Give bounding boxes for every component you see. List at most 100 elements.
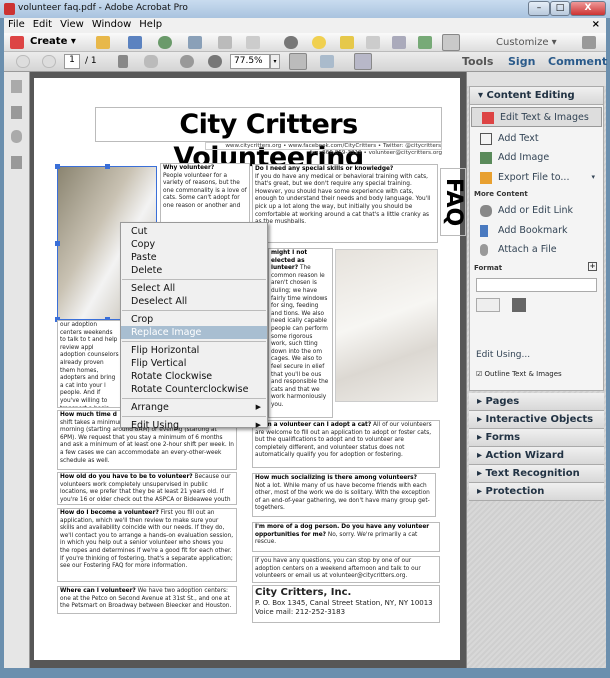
minimize-button[interactable]: – [528, 1, 550, 16]
section-forms[interactable]: ▸ Forms [469, 428, 604, 447]
edit-text-images-button[interactable]: Edit Text & Images [471, 107, 602, 127]
document-settings-icon[interactable] [366, 36, 380, 49]
label: Add Text [498, 132, 539, 144]
submenu-arrow-icon: ▶ [255, 421, 261, 429]
add-text-button[interactable]: Add Text [470, 129, 603, 149]
menu-item-flip-vertical[interactable]: Flip Vertical [121, 357, 267, 370]
gear-icon[interactable] [284, 36, 298, 49]
menu-item-crop[interactable]: Crop [121, 313, 267, 326]
dog-person-box[interactable]: I'm more of a dog person. Do you have an… [252, 522, 440, 552]
next-page-icon[interactable] [42, 55, 56, 68]
edit-text-images-icon[interactable] [442, 34, 460, 51]
section-pages[interactable]: ▸ Pages [469, 392, 604, 411]
touch-mode-icon[interactable] [354, 53, 372, 70]
section-text-recognition[interactable]: ▸ Text Recognition [469, 464, 604, 483]
answer: The common reason le aren't chosen is du… [271, 265, 329, 408]
special-skills-box[interactable]: Do I need any special skills or knowledg… [252, 164, 438, 243]
close-document-button[interactable]: × [588, 18, 604, 31]
organization-box[interactable]: City Critters, Inc. P. O. Box 1345, Canal… [252, 585, 440, 623]
not-selected-box[interactable]: might I not elected as lunteer? The comm… [268, 248, 333, 418]
sign-tab[interactable]: Sign [508, 55, 535, 68]
menu-item-cut[interactable]: Cut [121, 225, 267, 238]
menu-item-flip-horizontal[interactable]: Flip Horizontal [121, 344, 267, 357]
menu-item-copy[interactable]: Copy [121, 238, 267, 251]
zoom-level-input[interactable]: 77.5% [230, 54, 270, 69]
questions-box[interactable]: If you have any questions, you can stop … [252, 556, 440, 583]
white-cat-image[interactable] [335, 249, 438, 402]
why-volunteer-box[interactable]: Why volunteer? People volunteer for a var… [160, 163, 250, 225]
attach-file-button[interactable]: Attach a File [470, 240, 603, 260]
zoom-in-icon[interactable] [208, 55, 222, 68]
adopt-cat-box[interactable]: If I'm a volunteer can I adopt a cat? Al… [252, 420, 440, 468]
fit-width-icon[interactable] [320, 55, 334, 68]
menu-item-select-all[interactable]: Select All [121, 282, 267, 295]
page-number-input[interactable]: 1 [64, 54, 80, 69]
add-bookmark-button[interactable]: Add Bookmark [470, 221, 603, 241]
create-button[interactable]: Create ▾ [30, 36, 76, 47]
export-file-button[interactable]: Export File to... ▾ [470, 168, 603, 188]
customize-button[interactable]: Customize ▾ [496, 37, 557, 48]
outline-checkbox[interactable]: ☑ Outline Text & Images [476, 370, 562, 378]
print-icon[interactable] [188, 36, 202, 49]
export-icon[interactable] [418, 36, 432, 49]
menu-item-rotate-counterclockwise[interactable]: Rotate Counterclockwise [121, 383, 267, 396]
menu-item-replace-image[interactable]: Replace Image [121, 326, 267, 339]
section-protection[interactable]: ▸ Protection [469, 482, 604, 501]
age-requirement-box[interactable]: How old do you have to be to volunteer? … [57, 472, 237, 505]
expand-format-icon[interactable]: + [588, 261, 597, 271]
close-button[interactable]: X [570, 1, 606, 16]
select-cursor-icon[interactable] [118, 55, 128, 68]
open-icon[interactable] [96, 36, 110, 49]
bookmarks-icon[interactable] [11, 106, 22, 119]
attachments-icon[interactable] [11, 130, 22, 143]
menu-item-rotate-clockwise[interactable]: Rotate Clockwise [121, 370, 267, 383]
save-icon[interactable] [128, 36, 142, 49]
font-dropdown[interactable] [476, 277, 597, 292]
menu-item-deselect-all[interactable]: Deselect All [121, 295, 267, 308]
label: Format [474, 263, 503, 272]
previous-page-icon[interactable] [16, 55, 30, 68]
zoom-out-icon[interactable] [180, 55, 194, 68]
add-edit-link-button[interactable]: Add or Edit Link [470, 201, 603, 221]
email-icon[interactable] [246, 36, 260, 49]
highlight-icon[interactable] [340, 36, 354, 49]
hand-tool-icon[interactable] [144, 55, 158, 68]
page-thumbnails-icon[interactable] [11, 80, 22, 93]
edit-document-icon[interactable] [218, 36, 232, 49]
menu-item-delete[interactable]: Delete [121, 264, 267, 277]
cloud-upload-icon[interactable] [158, 36, 172, 49]
text-box-icon [480, 132, 492, 145]
menu-item-edit-using[interactable]: Edit Using ▶ [121, 419, 267, 432]
become-volunteer-box[interactable]: How do I become a volunteer? First you f… [57, 508, 237, 582]
more-content-heading: More Content [474, 190, 528, 198]
zoom-dropdown-arrow-icon[interactable]: ▾ [270, 54, 280, 69]
content-editing-header[interactable]: ▾ Content Editing [470, 87, 603, 105]
socializing-box[interactable]: How much socializing is there among volu… [252, 473, 436, 517]
tools-tab[interactable]: Tools [462, 55, 493, 68]
title-bar: volunteer faq.pdf - Adobe Acrobat Pro – … [0, 0, 610, 18]
font-size-dropdown[interactable] [476, 297, 500, 312]
menu-file[interactable]: File [4, 18, 29, 31]
add-image-button[interactable]: Add Image [470, 148, 603, 168]
label: Add Image [498, 152, 550, 163]
signatures-icon[interactable] [11, 156, 22, 169]
maximize-button[interactable]: □ [550, 1, 570, 16]
menu-edit[interactable]: Edit [29, 18, 56, 31]
menu-view[interactable]: View [56, 18, 88, 31]
org-address: P. O. Box 1345, Canal Street Station, NY… [255, 599, 433, 607]
menu-item-arrange[interactable]: Arrange ▶ [121, 401, 267, 414]
document-security-icon[interactable] [392, 36, 406, 49]
full-screen-icon[interactable] [582, 36, 596, 49]
section-action-wizard[interactable]: ▸ Action Wizard [469, 446, 604, 465]
bookmark-icon [480, 224, 488, 237]
menu-window[interactable]: Window [88, 18, 135, 31]
section-interactive-objects[interactable]: ▸ Interactive Objects [469, 410, 604, 429]
comment-bubble-icon[interactable] [312, 36, 326, 49]
comment-tab[interactable]: Comment [548, 55, 607, 68]
edit-using-dropdown[interactable]: Edit Using... [476, 350, 530, 360]
font-color-swatch[interactable] [512, 297, 526, 312]
where-volunteer-box[interactable]: Where can I volunteer? We have two adopt… [57, 586, 237, 614]
menu-item-paste[interactable]: Paste [121, 251, 267, 264]
fit-page-icon[interactable] [289, 53, 307, 70]
menu-help[interactable]: Help [135, 18, 166, 31]
